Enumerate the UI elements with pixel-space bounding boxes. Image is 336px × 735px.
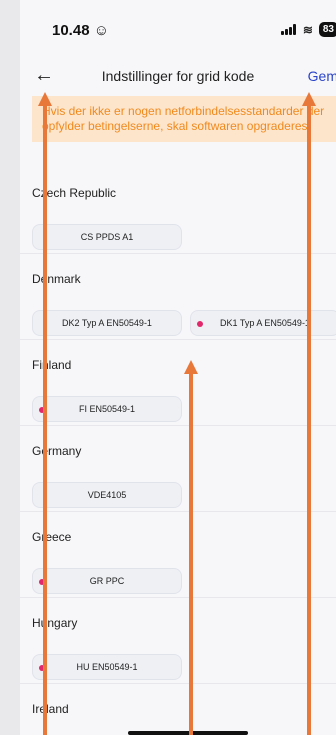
country-name: Denmark: [32, 272, 81, 286]
grid-code-label: HU EN50549-1: [76, 662, 138, 672]
grid-code-options: HU EN50549-1: [32, 654, 182, 680]
warning-banner: Hvis der ikke er nogen netforbindelsesst…: [32, 96, 336, 142]
country-section: Denmark DK2 Typ A EN50549-1 DK1 Typ A EN50…: [20, 254, 336, 340]
grid-code-option[interactable]: GR PPC: [32, 568, 182, 594]
smiley-icon: ☺: [93, 22, 110, 39]
grid-code-option[interactable]: VDE4105: [32, 482, 182, 508]
grid-code-label: DK2 Typ A EN50549-1: [62, 318, 152, 328]
wifi-icon: ≋: [302, 22, 313, 37]
country-list: Czech Republic CS PPDS A1 Denmark DK2 Typ A…: [20, 168, 336, 735]
grid-code-options: CS PPDS A1: [32, 224, 182, 250]
country-section: Germany VDE4105: [20, 426, 336, 512]
grid-code-label: GR PPC: [89, 576, 125, 586]
country-name: Hungary: [32, 616, 78, 630]
status-dot-icon: [197, 321, 203, 327]
page-title: Indstillinger for grid kode: [101, 68, 255, 84]
country-name: Greece: [32, 530, 72, 544]
grid-code-options: GR PPC: [32, 568, 182, 594]
status-bar: 10.48 ☺ ≋ 83: [20, 0, 336, 60]
battery-icon: 83: [318, 22, 336, 37]
country-section: Ireland: [20, 684, 336, 735]
country-name: Germany: [32, 444, 82, 458]
grid-code-option[interactable]: DK2 Typ A EN50549-1: [32, 310, 182, 336]
country-name: Ireland: [32, 702, 69, 716]
grid-code-label: VDE4105: [87, 490, 127, 500]
grid-code-option[interactable]: HU EN50549-1: [32, 654, 182, 680]
signal-icon: [280, 24, 297, 35]
grid-code-options: FI EN50549-1: [32, 396, 182, 422]
country-section: Czech Republic CS PPDS A1: [20, 168, 336, 254]
screen: 10.48 ☺ ≋ 83 ← Indstillinger for grid ko…: [20, 0, 336, 735]
grid-code-label: DK1 Typ A EN50549-1: [220, 318, 310, 328]
grid-code-options: VDE4105: [32, 482, 182, 508]
grid-code-label: FI EN50549-1: [78, 404, 136, 414]
grid-code-option[interactable]: FI EN50549-1: [32, 396, 182, 422]
status-icons: ≋ 83: [280, 22, 336, 37]
country-section: Finland FI EN50549-1: [20, 340, 336, 426]
grid-code-label: CS PPDS A1: [80, 232, 134, 242]
country-section: Hungary HU EN50549-1: [20, 598, 336, 684]
save-button[interactable]: Gem: [308, 68, 336, 84]
header: ← Indstillinger for grid kode Gem: [20, 60, 336, 92]
country-name: Finland: [32, 358, 72, 372]
status-time: 10.48 ☺: [52, 22, 110, 39]
grid-code-option[interactable]: CS PPDS A1: [32, 224, 182, 250]
country-section: Greece GR PPC: [20, 512, 336, 598]
grid-code-option[interactable]: DK1 Typ A EN50549-1: [190, 310, 336, 336]
grid-code-options: DK2 Typ A EN50549-1 DK1 Typ A EN50549-1: [32, 310, 336, 336]
home-indicator: [128, 731, 248, 735]
